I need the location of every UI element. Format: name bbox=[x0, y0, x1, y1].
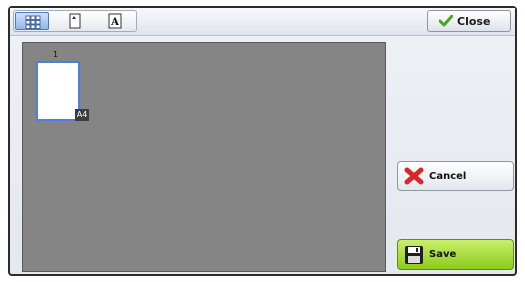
save-button[interactable]: Save bbox=[397, 239, 514, 270]
preview-area: 1 A4 bbox=[22, 42, 386, 272]
cancel-button[interactable]: Cancel bbox=[397, 161, 514, 191]
paper-size-badge: A4 bbox=[75, 109, 89, 121]
view-mode-selector: A bbox=[13, 10, 137, 32]
red-x-icon bbox=[404, 167, 424, 188]
checkmark-icon bbox=[438, 14, 454, 30]
cancel-button-label: Cancel bbox=[429, 171, 467, 182]
page-number: 1 bbox=[53, 50, 59, 59]
text-view-icon: A bbox=[108, 13, 122, 29]
page-view-button[interactable] bbox=[58, 12, 92, 30]
close-button-label: Close bbox=[457, 15, 491, 28]
close-button[interactable]: Close bbox=[427, 10, 511, 32]
save-button-label: Save bbox=[429, 249, 457, 260]
text-view-button[interactable]: A bbox=[98, 12, 132, 30]
floppy-disk-icon bbox=[404, 245, 424, 268]
grid-view-icon bbox=[25, 15, 41, 29]
page-thumbnail[interactable] bbox=[36, 61, 80, 121]
preview-dialog: A Close 1 A4 Cancel Save bbox=[8, 6, 517, 276]
svg-text:A: A bbox=[110, 17, 119, 28]
page-view-icon bbox=[69, 13, 81, 29]
grid-view-button[interactable] bbox=[15, 12, 49, 30]
toolbar: A Close bbox=[10, 8, 515, 36]
